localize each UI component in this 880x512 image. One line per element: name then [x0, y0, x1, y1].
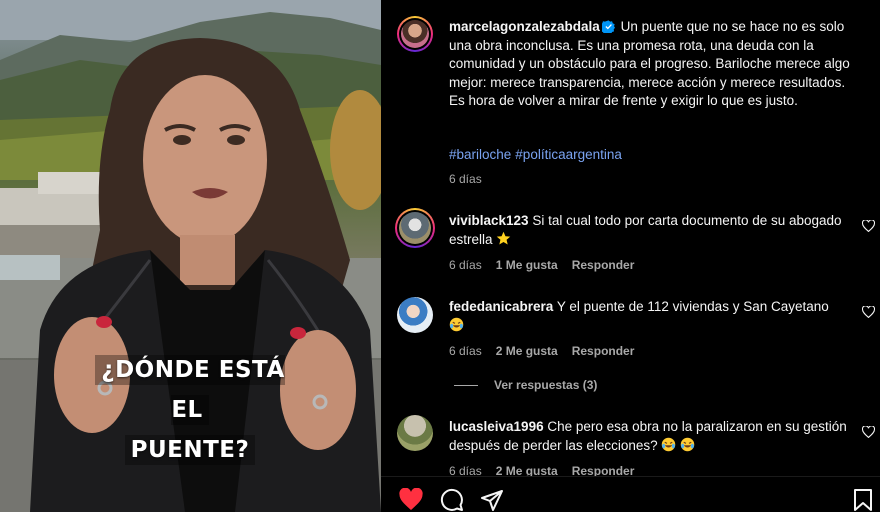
commenter-avatar[interactable] — [397, 415, 433, 451]
replies-divider — [454, 385, 478, 387]
heart-filled-icon[interactable] — [398, 488, 424, 511]
video-caption-overlay: ¿DÓNDE ESTÁ EL PUENTE? — [90, 350, 290, 470]
overlay-line-1: ¿DÓNDE ESTÁ EL — [95, 355, 285, 425]
view-replies-label: Ver respuestas (3) — [494, 378, 598, 392]
comment-body: lucasleiva1996 Che pero esa obra no la p… — [449, 418, 849, 455]
hashtag-list: #bariloche #políticaargentina — [449, 147, 626, 162]
bookmark-icon[interactable] — [853, 488, 873, 512]
comment-text: Y el puente de 112 viviendas y San Cayet… — [556, 299, 829, 314]
commenter-avatar[interactable] — [397, 297, 433, 333]
post-video[interactable]: ¿DÓNDE ESTÁ EL PUENTE? — [0, 0, 381, 512]
comment-body: viviblack123 Si tal cual todo por carta … — [449, 212, 849, 249]
send-icon[interactable] — [480, 488, 504, 512]
commenter-username[interactable]: lucasleiva1996 — [449, 419, 544, 434]
post-timestamp: 6 días — [449, 172, 482, 186]
post-action-bar — [381, 476, 880, 512]
comment-timestamp: 6 días — [449, 258, 482, 272]
laugh-cry-emoji-icon — [662, 437, 676, 451]
commenter-username[interactable]: fededanicabrera — [449, 299, 553, 314]
reply-button[interactable]: Responder — [572, 344, 635, 358]
view-replies-button[interactable]: Ver respuestas (3) — [454, 378, 597, 392]
post-caption: marcelagonzalezabdala Un puente que no s… — [449, 18, 853, 111]
comment-likes[interactable]: 2 Me gusta — [496, 344, 558, 358]
comment-timestamp: 6 días — [449, 344, 482, 358]
hashtag-link[interactable]: #políticaargentina — [515, 147, 622, 162]
comment-meta: 6 días 1 Me gusta Responder — [449, 258, 648, 272]
hashtag-link[interactable]: #bariloche — [449, 147, 511, 162]
comment-meta: 6 días 2 Me gusta Responder — [449, 344, 648, 358]
laugh-cry-emoji-icon — [449, 317, 464, 331]
laugh-cry-emoji-icon — [680, 437, 695, 451]
comment-like-heart-icon[interactable] — [862, 306, 875, 318]
star-emoji-icon — [497, 231, 511, 244]
comments-panel[interactable]: marcelagonzalezabdala Un puente que no s… — [381, 0, 880, 512]
reply-button[interactable]: Responder — [572, 258, 635, 272]
comment-body: fededanicabrera Y el puente de 112 vivie… — [449, 298, 849, 335]
comment-like-heart-icon[interactable] — [862, 220, 875, 232]
overlay-line-2: PUENTE? — [124, 435, 256, 465]
commenter-username[interactable]: viviblack123 — [449, 213, 529, 228]
comment-like-heart-icon[interactable] — [862, 426, 875, 438]
author-username[interactable]: marcelagonzalezabdala — [449, 19, 600, 34]
author-avatar[interactable] — [397, 16, 433, 52]
commenter-avatar[interactable] — [395, 208, 435, 248]
comment-icon[interactable] — [440, 488, 464, 512]
comment-likes[interactable]: 1 Me gusta — [496, 258, 558, 272]
verified-badge-icon — [601, 20, 615, 33]
